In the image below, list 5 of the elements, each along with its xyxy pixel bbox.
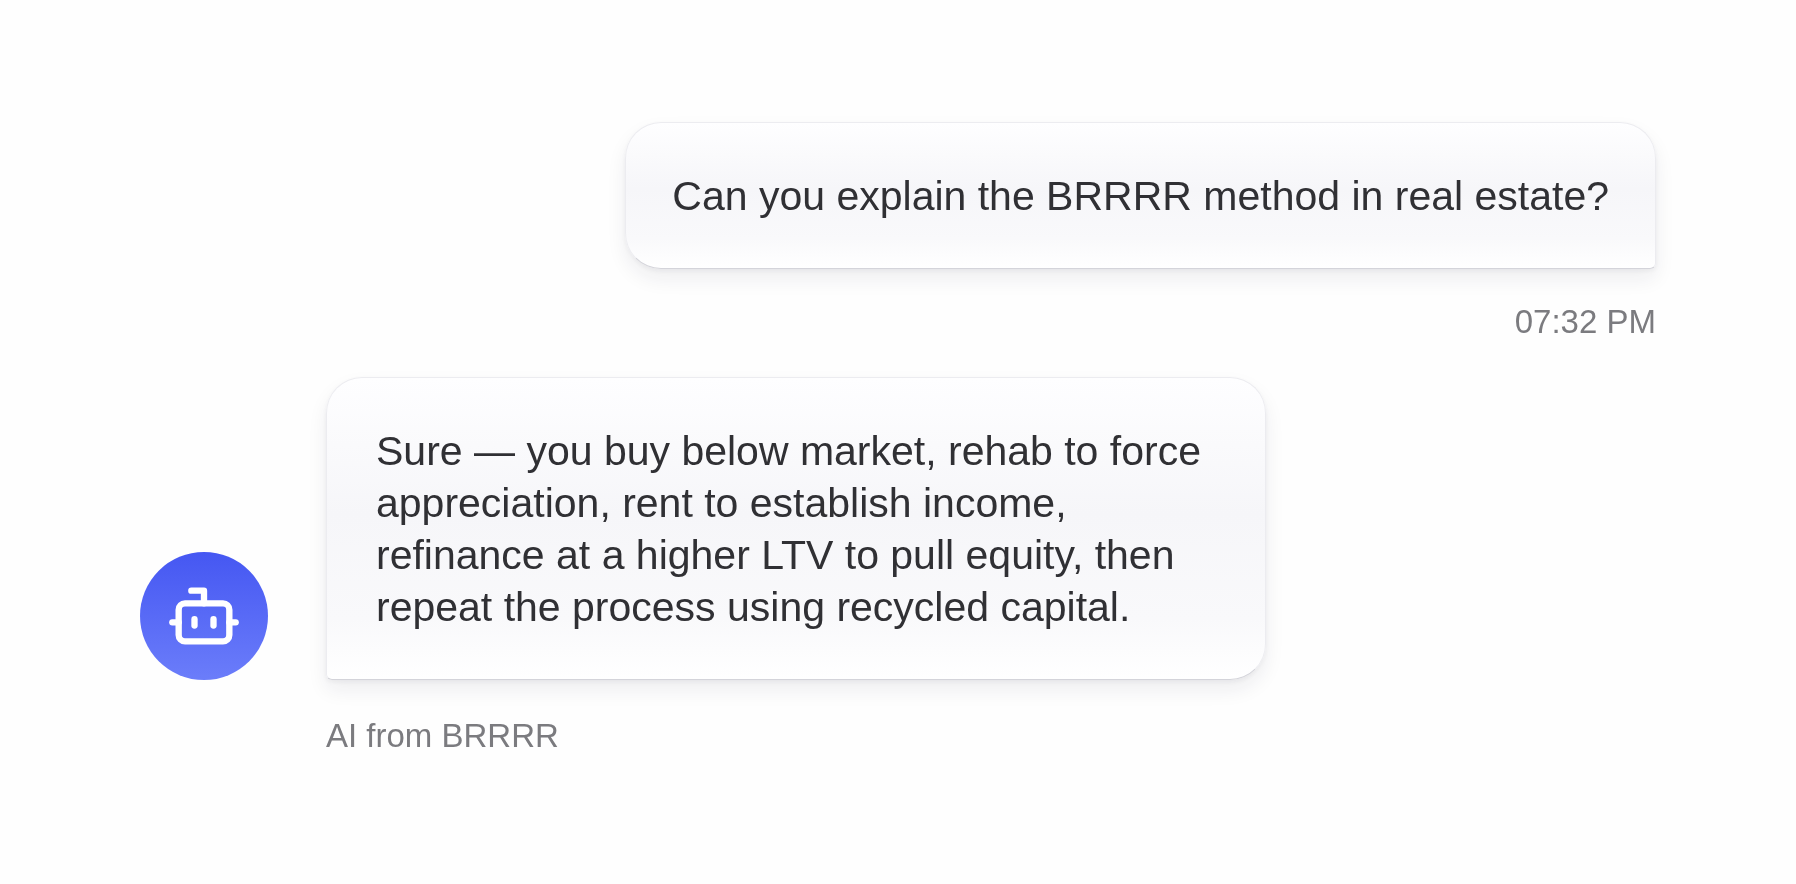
robot-icon [140,552,268,680]
message-bubble: Can you explain the BRRRR method in real estate? [625,122,1656,269]
timestamp: 07:32 PM [1514,302,1656,342]
sender-label: AI from BRRRR [326,716,559,756]
message-bubble: Sure — you buy below market, rehab to force appreciation, rent to establish income, refinance at a higher LTV to pull equity, then repeat the process using recycled capital. [326,377,1266,680]
